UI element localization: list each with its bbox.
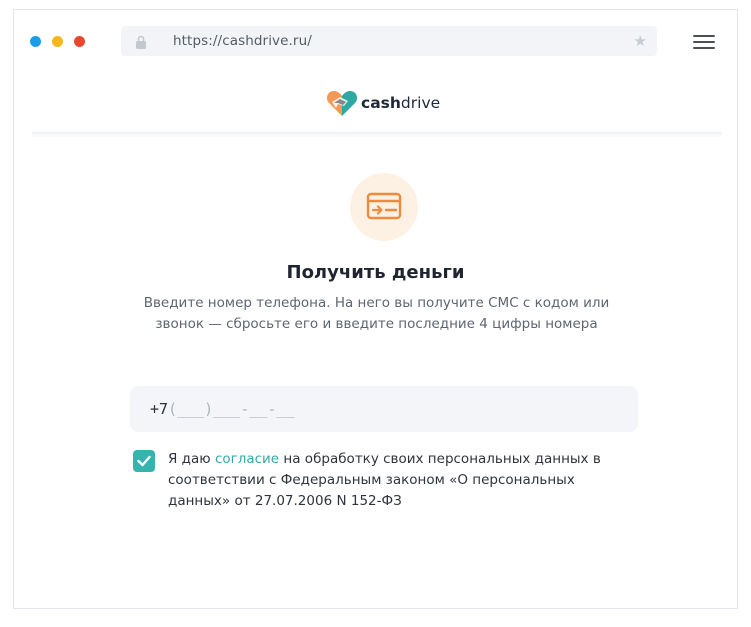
star-icon[interactable]: ★ [634,33,647,49]
page-title: Получить деньги [286,262,465,283]
consent-link[interactable]: согласие [215,451,279,467]
page-description: Введите номер телефона. На него вы получ… [143,295,610,332]
url-text[interactable]: https://cashdrive.ru/ [173,33,312,49]
lock-icon [135,34,147,49]
card-transfer-icon [350,173,418,241]
check-icon [137,455,151,467]
phone-input[interactable]: +7 (___)___-__-__ [130,386,638,432]
browser-window: https://cashdrive.ru/ ★ cashdrive Получи… [13,9,738,609]
header-divider [32,132,722,138]
address-bar[interactable]: https://cashdrive.ru/ ★ [121,26,657,56]
browser-toolbar: https://cashdrive.ru/ ★ [14,10,737,70]
hamburger-menu-icon[interactable] [693,35,715,49]
phone-prefix: +7 [150,400,169,418]
consent-checkbox[interactable] [133,450,155,472]
site-header: cashdrive [32,70,722,134]
logo-mark-icon [326,91,358,116]
logo-text: cashdrive [361,94,441,112]
window-dot-red[interactable] [74,36,85,47]
phone-mask-placeholder: (___)___-__-__ [168,400,295,418]
consent-text: Я даю согласие на обработку своих персон… [168,451,601,509]
window-dot-yellow[interactable] [52,36,63,47]
window-dot-blue[interactable] [30,36,41,47]
